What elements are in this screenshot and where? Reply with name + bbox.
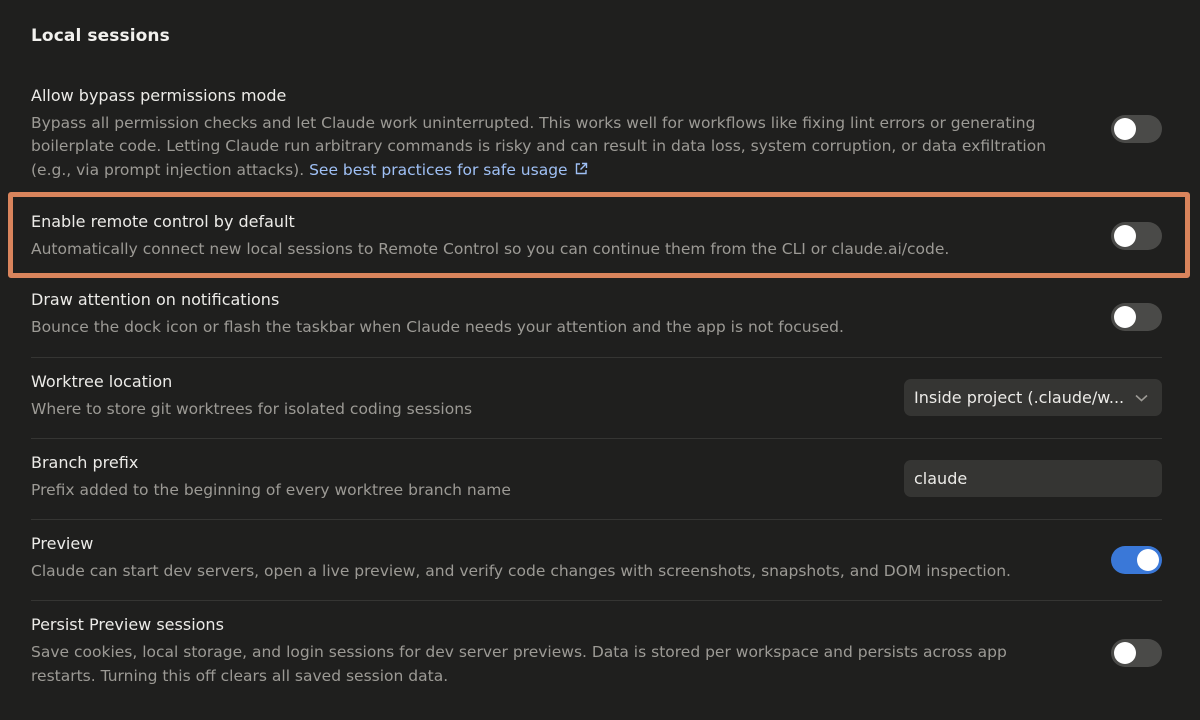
branch-prefix-input[interactable] (904, 460, 1162, 497)
toggle-knob (1114, 225, 1136, 247)
toggle-knob (1137, 549, 1159, 571)
safe-usage-link[interactable]: See best practices for safe usage (309, 161, 587, 179)
setting-row-preview: Preview Claude can start dev servers, op… (31, 532, 1162, 601)
setting-row-persist-preview: Persist Preview sessions Save cookies, l… (31, 613, 1162, 693)
persist-preview-toggle[interactable] (1111, 639, 1162, 667)
chevron-down-icon (1135, 394, 1148, 402)
setting-title: Branch prefix (31, 453, 139, 472)
toggle-knob (1114, 306, 1136, 328)
settings-page: Local sessions Allow bypass permissions … (0, 0, 1200, 720)
setting-title: Preview (31, 534, 94, 553)
setting-title: Allow bypass permissions mode (31, 85, 287, 105)
select-value: Inside project (.claude/w... (914, 388, 1125, 407)
draw-attention-toggle[interactable] (1111, 303, 1162, 331)
external-link-icon (575, 162, 587, 174)
setting-title: Draw attention on notifications (31, 290, 280, 309)
setting-title: Worktree location (31, 372, 173, 391)
setting-description: Prefix added to the beginning of every w… (31, 481, 511, 499)
setting-row-bypass-permissions: Allow bypass permissions mode Bypass all… (31, 82, 1162, 184)
section-title: Local sessions (31, 26, 170, 46)
setting-row-remote-control: Enable remote control by default Automat… (31, 206, 1162, 266)
setting-description: Save cookies, local storage, and login s… (31, 643, 1007, 685)
toggle-knob (1114, 118, 1136, 140)
toggle-knob (1114, 642, 1136, 664)
setting-description: Automatically connect new local sessions… (31, 240, 950, 259)
setting-description: Bounce the dock icon or flash the taskba… (31, 318, 844, 336)
setting-title: Enable remote control by default (31, 212, 295, 232)
setting-row-worktree-location: Worktree location Where to store git wor… (31, 370, 1162, 439)
setting-description: Where to store git worktrees for isolate… (31, 400, 473, 418)
setting-description: Claude can start dev servers, open a liv… (31, 562, 1011, 580)
setting-title: Persist Preview sessions (31, 615, 224, 634)
setting-row-draw-attention: Draw attention on notifications Bounce t… (31, 288, 1162, 358)
preview-toggle[interactable] (1111, 546, 1162, 574)
setting-row-branch-prefix: Branch prefix Prefix added to the beginn… (31, 451, 1162, 520)
remote-control-toggle[interactable] (1111, 222, 1162, 250)
bypass-permissions-toggle[interactable] (1111, 115, 1162, 143)
worktree-location-select[interactable]: Inside project (.claude/w... (904, 379, 1162, 416)
